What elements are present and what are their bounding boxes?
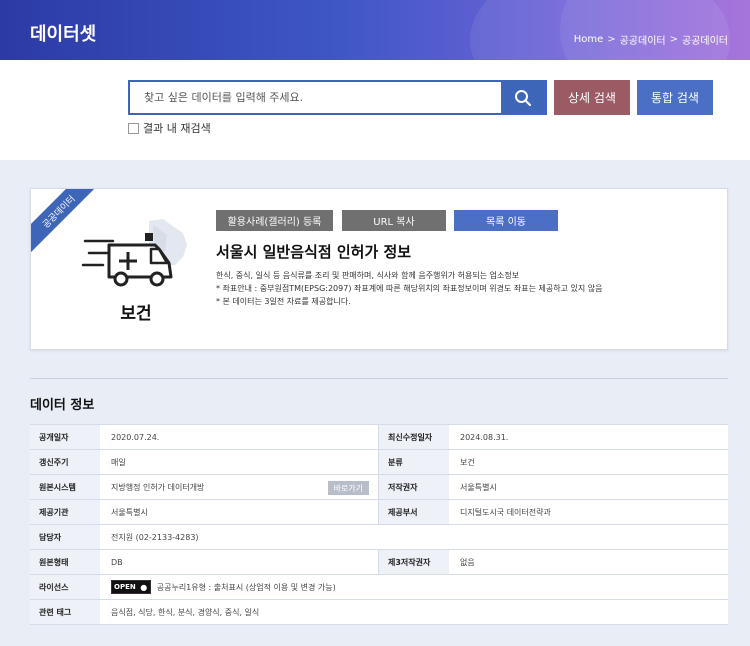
search-area: 상세 검색 통합 검색 결과 내 재검색 xyxy=(0,60,750,160)
open-license-logo: OPEN ● xyxy=(111,580,151,594)
source-system-cell: 지방행정 인허가 데이터개방 바로가기 xyxy=(100,475,379,499)
recheck-label: 결과 내 재검색 xyxy=(143,122,211,135)
third-party-label: 제3저작권자 xyxy=(379,550,449,574)
copyright-holder-label: 저작권자 xyxy=(379,475,449,499)
format-value: DB xyxy=(100,550,379,574)
copy-url-button[interactable]: URL 복사 xyxy=(342,210,446,231)
update-cycle-value: 매일 xyxy=(100,450,379,474)
manager-value: 전지원 (02-2133-4283) xyxy=(111,532,199,542)
table-row: 갱신주기 매일 분류 보건 xyxy=(30,450,728,475)
page-banner: 데이터셋 Home > 공공데이터 > 공공데이터 xyxy=(0,0,750,60)
open-date-value: 2020.07.24. xyxy=(100,425,379,449)
open-date-label: 공개일자 xyxy=(30,425,100,449)
description-line: * 좌표안내 : 중부원점TM(EPSG:2097) 좌표계에 따른 해당위치의… xyxy=(216,284,603,293)
table-row: 원본형태 DB 제3저작권자 없음 xyxy=(30,550,728,575)
table-row: 관련 태그 음식점, 식당, 한식, 분식, 경양식, 중식, 일식 xyxy=(30,600,728,625)
search-box xyxy=(128,80,547,115)
breadcrumb-home[interactable]: Home xyxy=(574,34,604,45)
classification-value: 보건 xyxy=(460,457,475,467)
department-label: 제공부서 xyxy=(379,500,449,524)
data-info-table: 공개일자 2020.07.24. 최신수정일자 2024.08.31. 갱신주기… xyxy=(30,424,728,625)
third-party-value: 없음 xyxy=(460,557,475,567)
update-cycle-label: 갱신주기 xyxy=(30,450,100,474)
category-label: 보건 xyxy=(120,304,152,324)
detail-search-button[interactable]: 상세 검색 xyxy=(554,80,630,115)
dataset-title: 서울시 일반음식점 인허가 정보 xyxy=(216,243,412,261)
search-button[interactable] xyxy=(501,82,545,113)
go-list-button[interactable]: 목록 이동 xyxy=(454,210,558,231)
recheck-checkbox[interactable] xyxy=(128,122,139,134)
classification-label: 분류 xyxy=(379,450,449,474)
table-row: 공개일자 2020.07.24. 최신수정일자 2024.08.31. xyxy=(30,425,728,450)
table-row: 담당자 전지원 (02-2133-4283) xyxy=(30,525,728,550)
recheck-option[interactable]: 결과 내 재검색 xyxy=(128,120,211,136)
tags-value: 음식점, 식당, 한식, 분식, 경양식, 중식, 일식 xyxy=(111,607,260,617)
license-value: 공공누리1유형 : 출처표시 (상업적 이용 및 변경 가능) xyxy=(156,582,336,592)
description-line: * 본 데이터는 3일전 자료를 제공합니다. xyxy=(216,297,351,306)
modified-date-label: 최신수정일자 xyxy=(379,425,449,449)
manager-label: 담당자 xyxy=(30,525,100,549)
provider-value: 서울특별시 xyxy=(100,500,379,524)
modified-date-value: 2024.08.31. xyxy=(460,432,509,442)
banner-decoration xyxy=(560,0,750,60)
data-info-title: 데이터 정보 xyxy=(30,398,95,413)
license-cell: OPEN ● 공공누리1유형 : 출처표시 (상업적 이용 및 변경 가능) xyxy=(100,575,728,599)
copyright-holder-value: 서울특별시 xyxy=(460,482,497,492)
source-system-value: 지방행정 인허가 데이터개방 xyxy=(111,482,205,492)
breadcrumb-separator: > xyxy=(669,34,678,45)
breadcrumb: Home > 공공데이터 > 공공데이터 xyxy=(574,32,728,47)
table-row: 원본시스템 지방행정 인허가 데이터개방 바로가기 저작권자 서울특별시 xyxy=(30,475,728,500)
ambulance-icon xyxy=(81,219,187,287)
attribution-icon: ● xyxy=(137,581,150,593)
go-source-button[interactable]: 바로가기 xyxy=(327,481,369,495)
license-label: 라이선스 xyxy=(30,575,100,599)
format-label: 원본형태 xyxy=(30,550,100,574)
breadcrumb-current[interactable]: 공공데이터 xyxy=(682,32,728,47)
breadcrumb-separator: > xyxy=(607,34,616,45)
table-row: 제공기관 서울특별시 제공부서 디지털도시국 데이터전략과 xyxy=(30,500,728,525)
total-search-button[interactable]: 통합 검색 xyxy=(637,80,713,115)
source-system-label: 원본시스템 xyxy=(30,475,100,499)
department-value: 디지털도시국 데이터전략과 xyxy=(460,507,551,517)
section-divider xyxy=(30,378,728,379)
search-input[interactable] xyxy=(130,82,502,113)
provider-label: 제공기관 xyxy=(30,500,100,524)
open-license-badge: OPEN xyxy=(112,581,138,593)
register-gallery-button[interactable]: 활용사례(갤러리) 등록 xyxy=(216,210,333,231)
dataset-card: 공공데이터 보건 활용사례(갤러리) 등록 URL 복사 목록 이동 서울시 일… xyxy=(30,188,728,350)
search-icon xyxy=(515,89,532,106)
table-row: 라이선스 OPEN ● 공공누리1유형 : 출처표시 (상업적 이용 및 변경 … xyxy=(30,575,728,600)
breadcrumb-item[interactable]: 공공데이터 xyxy=(620,32,666,47)
page-title: 데이터셋 xyxy=(30,24,97,45)
description-line: 한식, 중식, 일식 등 음식류를 조리 및 판매하며, 식사와 함께 음주행위… xyxy=(216,271,520,280)
dataset-description: 한식, 중식, 일식 등 음식류를 조리 및 판매하며, 식사와 함께 음주행위… xyxy=(216,269,716,308)
tags-label: 관련 태그 xyxy=(30,600,100,624)
